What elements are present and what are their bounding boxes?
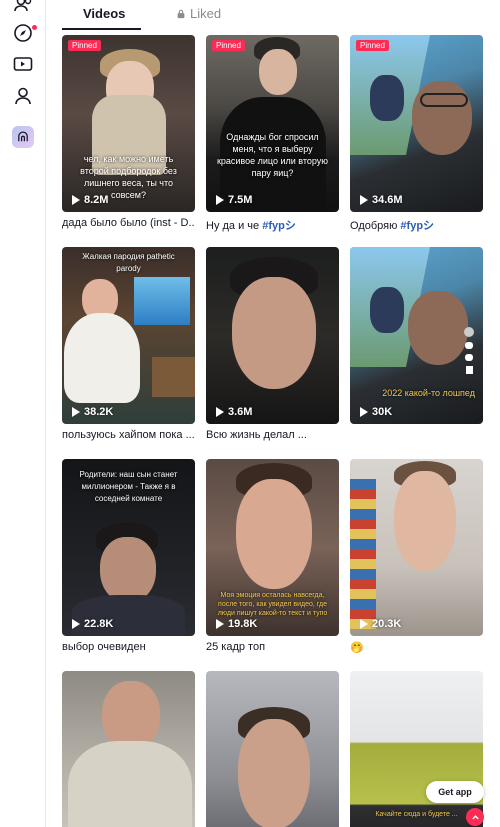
pinned-badge: Pinned bbox=[212, 40, 245, 51]
video-caption[interactable]: 25 кадр топ bbox=[206, 641, 339, 653]
video-thumbnail[interactable] bbox=[206, 671, 339, 827]
tab-liked-label: Liked bbox=[190, 6, 222, 21]
explore-icon[interactable] bbox=[12, 22, 37, 44]
video-caption[interactable]: Всю жизнь делал ... bbox=[206, 429, 339, 441]
video-thumbnail[interactable]: Родители: наш сын станет миллионером - Т… bbox=[62, 459, 195, 636]
video-thumbnail[interactable]: 20.3K bbox=[350, 459, 483, 636]
view-count: 3.6M bbox=[216, 406, 252, 418]
video-overlay-text: Однажды бог спросил меня, что я выберу к… bbox=[216, 132, 329, 178]
view-count: 19.8K bbox=[216, 618, 257, 630]
view-count: 20.3K bbox=[360, 618, 401, 630]
get-app-button[interactable]: Get app bbox=[426, 781, 484, 803]
video-thumbnail[interactable]: Качайте сюда и будете ... bbox=[350, 671, 483, 827]
view-count: 38.2K bbox=[72, 406, 113, 418]
video-caption[interactable]: Одобряю #fypシ bbox=[350, 217, 483, 233]
video-overlay-text: Моя эмоция осталась навсегда, после того… bbox=[217, 592, 328, 617]
play-icon bbox=[72, 195, 80, 205]
video-thumbnail[interactable]: Моя эмоция осталась навсегда, после того… bbox=[206, 459, 339, 636]
view-count: 7.5M bbox=[216, 194, 252, 206]
live-icon[interactable] bbox=[12, 53, 34, 75]
play-icon bbox=[72, 619, 80, 629]
video-caption[interactable]: дада было было (inst - D... bbox=[62, 217, 195, 229]
profile-icon[interactable] bbox=[12, 85, 34, 107]
video-thumbnail[interactable]: 3.6M bbox=[206, 247, 339, 424]
play-icon bbox=[216, 619, 224, 629]
tab-liked[interactable]: Liked bbox=[176, 6, 221, 21]
video-caption[interactable]: пользуюсь хайпом пока ... bbox=[62, 429, 195, 441]
video-caption[interactable]: Ну да и че #fypシ bbox=[206, 217, 339, 233]
notification-dot bbox=[32, 25, 37, 30]
video-overlay-text: Родители: наш сын станет миллионером - Т… bbox=[79, 470, 178, 503]
scroll-to-top-button[interactable] bbox=[466, 808, 484, 826]
profile-tabs: Videos Liked bbox=[62, 0, 500, 30]
video-thumbnail[interactable]: Pinned Однажды бог спросил меня, что я в… bbox=[206, 35, 339, 212]
play-icon bbox=[360, 195, 368, 205]
video-thumbnail[interactable]: Pinned 34.6M bbox=[350, 35, 483, 212]
arrow-up-icon bbox=[471, 814, 479, 819]
play-icon bbox=[216, 407, 224, 417]
active-tab-underline bbox=[62, 28, 141, 30]
video-thumbnail[interactable]: Pinned чел, как можно иметь второй подбо… bbox=[62, 35, 195, 212]
view-count: 8.2M bbox=[72, 194, 108, 206]
view-count: 30K bbox=[360, 406, 392, 418]
pinned-badge: Pinned bbox=[68, 40, 101, 51]
video-overlay-text: Жалкая пародия pathetic parody bbox=[82, 252, 175, 273]
view-count: 34.6M bbox=[360, 194, 403, 206]
play-icon bbox=[72, 407, 80, 417]
video-caption[interactable]: 🤭 bbox=[350, 641, 483, 654]
view-count: 22.8K bbox=[72, 618, 113, 630]
sidebar bbox=[0, 0, 46, 827]
following-icon[interactable] bbox=[12, 0, 34, 16]
play-icon bbox=[216, 195, 224, 205]
tab-videos[interactable]: Videos bbox=[83, 6, 125, 21]
play-icon bbox=[360, 407, 368, 417]
video-thumbnail[interactable]: 2022 какой-то лошпед 30K bbox=[350, 247, 483, 424]
video-overlay-text: 2022 какой-то лошпед bbox=[382, 388, 475, 398]
video-caption[interactable]: выбор очевиден bbox=[62, 641, 195, 653]
pinned-badge: Pinned bbox=[356, 40, 389, 51]
video-thumbnail[interactable]: Жалкая пародия pathetic parody 38.2K bbox=[62, 247, 195, 424]
video-overlay-text: Качайте сюда и будете ... bbox=[375, 811, 458, 818]
video-thumbnail[interactable] bbox=[62, 671, 195, 827]
lock-icon bbox=[177, 9, 185, 18]
more-icon[interactable] bbox=[12, 126, 34, 148]
play-icon bbox=[360, 619, 368, 629]
